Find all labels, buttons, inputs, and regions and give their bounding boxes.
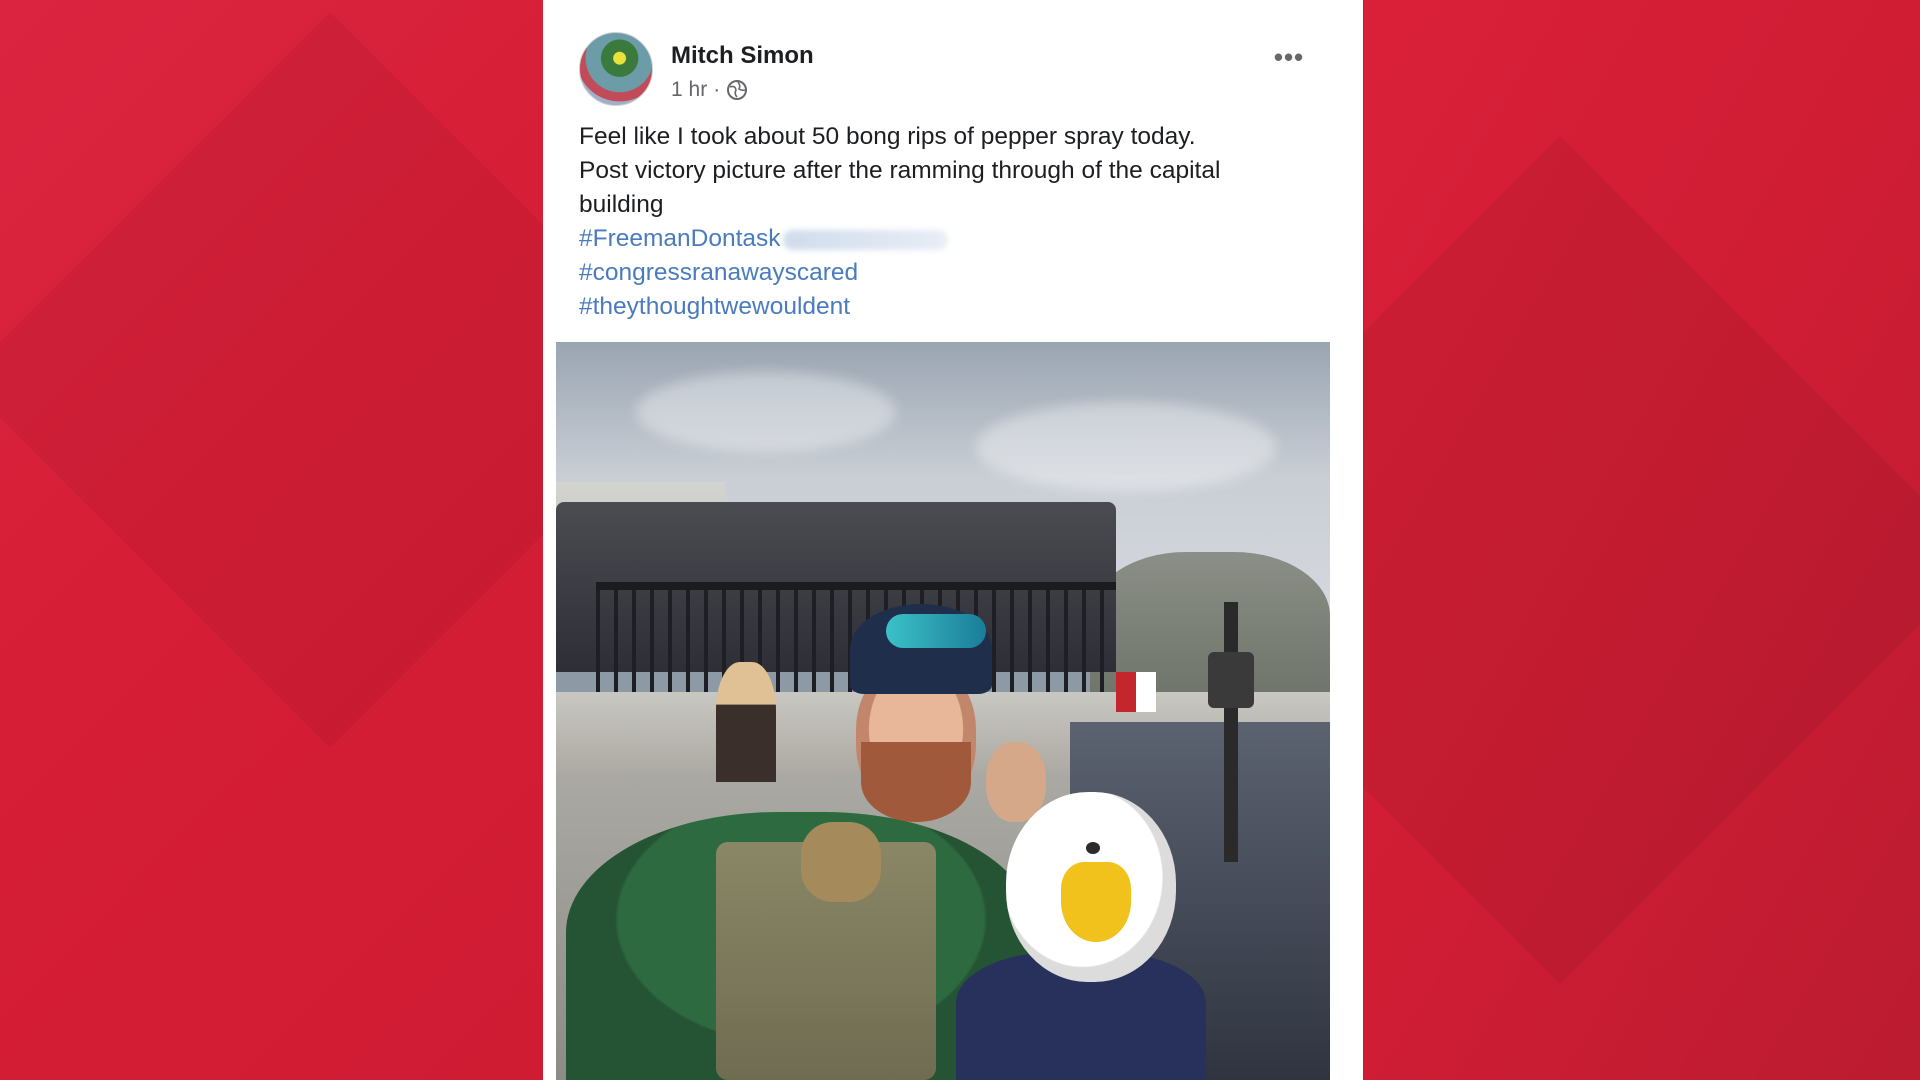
post-photo[interactable]: [556, 342, 1330, 1080]
photo-cloud: [636, 372, 896, 452]
photo-lamp: [1208, 652, 1254, 708]
avatar[interactable]: [579, 32, 653, 106]
photo-goggles: [886, 614, 986, 648]
blurred-text: [782, 229, 948, 250]
author-name[interactable]: Mitch Simon: [671, 42, 814, 70]
hashtag-list: #FreemanDontask #congressranawayscared #…: [579, 222, 1349, 324]
photo-person: [716, 662, 776, 782]
photo-cloud: [976, 402, 1276, 492]
photo-eagle-eye: [1086, 842, 1100, 854]
post-text: Feel like I took about 50 bong rips of p…: [579, 120, 1349, 222]
photo-glove: [801, 822, 881, 902]
hashtag-link[interactable]: #theythoughtwewouldent: [579, 290, 1349, 324]
photo-flag: [1116, 672, 1156, 712]
post-time[interactable]: 1 hr: [671, 78, 707, 102]
hashtag-link[interactable]: #FreemanDontask: [579, 222, 1349, 256]
hashtag-text[interactable]: #FreemanDontask: [579, 225, 781, 252]
more-options-button[interactable]: •••: [1269, 42, 1309, 72]
photo-lamp-post: [1224, 602, 1238, 862]
hashtag-link[interactable]: #congressranawayscared: [579, 256, 1349, 290]
facebook-post-card: Mitch Simon 1 hr · ••• Feel like I took …: [543, 0, 1363, 1080]
post-meta: 1 hr ·: [671, 78, 748, 102]
photo-eagle-beak: [1061, 862, 1131, 942]
post-header: Mitch Simon 1 hr · •••: [579, 32, 1333, 112]
meta-separator: ·: [713, 78, 721, 101]
post-text-line: building: [579, 191, 664, 218]
photo-beard: [861, 742, 971, 822]
post-text-line: Feel like I took about 50 bong rips of p…: [579, 123, 1196, 150]
post-text-line: Post victory picture after the ramming t…: [579, 157, 1221, 184]
globe-icon[interactable]: [726, 79, 748, 101]
